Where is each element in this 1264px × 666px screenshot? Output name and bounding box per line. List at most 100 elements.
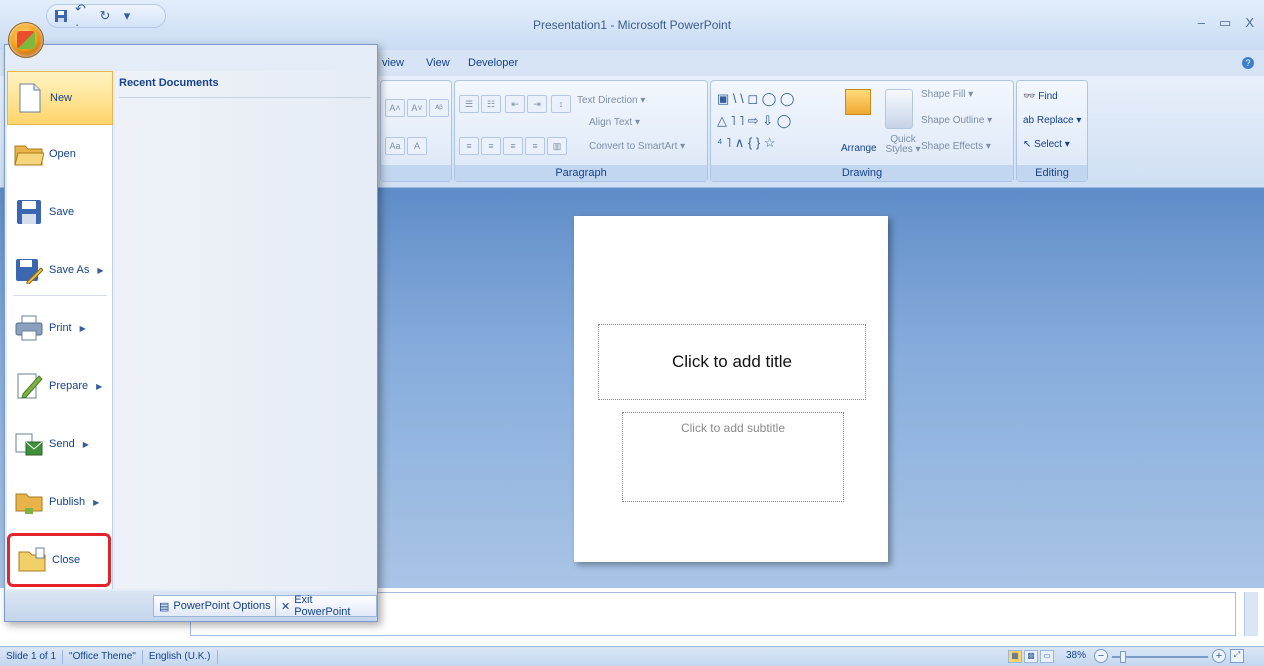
office-logo-icon — [17, 31, 35, 49]
select-button[interactable]: ↖ Select ▾ — [1023, 139, 1070, 150]
powerpoint-options-label: PowerPoint Options — [173, 600, 271, 612]
office-menu-footer: ▤ PowerPoint Options ✕ Exit PowerPoint — [5, 591, 377, 621]
recent-documents-title: Recent Documents — [119, 77, 219, 89]
arrange-button[interactable]: Arrange — [841, 143, 877, 154]
exit-powerpoint-label: Exit PowerPoint — [294, 594, 351, 618]
shrink-font-button[interactable]: A˅ — [407, 99, 427, 117]
restore-icon[interactable]: ▭ — [1219, 15, 1231, 31]
tab-review[interactable]: view — [382, 57, 404, 69]
cursor-icon: ↖ — [1023, 139, 1032, 150]
shape-outline-button[interactable]: Shape Outline ▾ — [921, 115, 992, 126]
help-icon[interactable]: ? — [1242, 57, 1254, 69]
save-icon — [13, 196, 45, 228]
menu-item-prepare[interactable]: Prepare ▶ — [7, 359, 113, 413]
zoom-slider-thumb[interactable] — [1120, 651, 1126, 663]
shapes-row-1[interactable]: ▣ \ \ ◻ ◯ ◯ — [717, 91, 794, 107]
zoom-out-icon[interactable]: − — [1094, 649, 1108, 663]
font-color-button[interactable]: A — [407, 137, 427, 155]
align-text-button[interactable]: Align Text ▾ — [589, 117, 640, 128]
office-menu: New Open Save Save As ▶ Print ▶ Prepare … — [4, 44, 378, 622]
bullets-button[interactable]: ☰ — [459, 95, 479, 113]
submenu-arrow-icon: ▶ — [93, 497, 100, 507]
menu-item-label: Close — [52, 554, 81, 566]
quick-styles-button[interactable]: Quick Styles ▾ — [883, 135, 923, 155]
office-menu-commands: New Open Save Save As ▶ Print ▶ Prepare … — [7, 71, 113, 589]
title-bar: ↶ · ↻ ▾ Presentation1 - Microsoft PowerP… — [0, 0, 1264, 50]
increase-indent-button[interactable]: ⇥ — [527, 95, 547, 113]
replace-button[interactable]: ab Replace ▾ — [1023, 115, 1081, 126]
subtitle-placeholder[interactable]: Click to add subtitle — [622, 412, 844, 502]
shape-fill-button[interactable]: Shape Fill ▾ — [921, 89, 973, 100]
zoom-level[interactable]: 38% — [1066, 650, 1086, 661]
window-title: Presentation1 - Microsoft PowerPoint — [532, 18, 732, 32]
zoom-in-icon[interactable]: + — [1212, 649, 1226, 663]
justify-button[interactable]: ≡ — [525, 137, 545, 155]
menu-item-open[interactable]: Open — [7, 127, 113, 181]
paragraph-group-label: Paragraph — [455, 165, 707, 181]
replace-icon: ab — [1023, 115, 1035, 126]
menu-item-send[interactable]: Send ▶ — [7, 417, 113, 471]
language[interactable]: English (U.K.) — [143, 649, 218, 664]
drawing-group: ▣ \ \ ◻ ◯ ◯ △ ˥ ˥ ⇨ ⇩ ◯ ⁴ ˥ ∧ { } ☆ Arra… — [710, 80, 1014, 182]
clear-format-button[interactable]: ᴬᵝ — [429, 99, 449, 117]
office-button[interactable] — [8, 22, 44, 58]
slide-canvas[interactable]: Click to add title Click to add subtitle — [574, 216, 888, 562]
slide-sorter-icon[interactable]: ▩ — [1024, 650, 1038, 663]
shape-effects-button[interactable]: Shape Effects ▾ — [921, 141, 991, 152]
title-placeholder[interactable]: Click to add title — [598, 324, 866, 400]
printer-icon — [13, 312, 45, 344]
submenu-arrow-icon: ▶ — [82, 439, 89, 449]
close-window-icon[interactable]: X — [1245, 15, 1254, 31]
find-label: Find — [1038, 91, 1058, 102]
normal-view-icon[interactable]: ▦ — [1008, 650, 1022, 663]
new-document-icon — [14, 82, 46, 114]
open-folder-icon — [13, 138, 45, 170]
paragraph-group: ☰ ☷ ⇤ ⇥ ↕ Text Direction ▾ Align Text ▾ … — [454, 80, 708, 182]
editing-group: 👓 Find ab Replace ▾ ↖ Select ▾ Editing — [1016, 80, 1088, 182]
tab-view[interactable]: View — [426, 57, 450, 69]
columns-button[interactable]: ▥ — [547, 137, 567, 155]
quick-styles-icon — [885, 89, 913, 129]
drawing-group-label: Drawing — [711, 165, 1013, 181]
find-button[interactable]: 👓 Find — [1023, 91, 1058, 102]
align-right-button[interactable]: ≡ — [503, 137, 523, 155]
grow-font-button[interactable]: A˄ — [385, 99, 405, 117]
editing-group-label: Editing — [1017, 165, 1087, 181]
menu-item-label: Open — [49, 148, 76, 160]
notes-scrollbar[interactable] — [1244, 592, 1258, 636]
center-button[interactable]: ≡ — [481, 137, 501, 155]
menu-separator — [13, 295, 107, 296]
menu-item-save[interactable]: Save — [7, 185, 113, 239]
menu-item-close[interactable]: Close — [7, 533, 111, 587]
theme-name: "Office Theme" — [63, 649, 143, 664]
prepare-icon — [13, 370, 45, 402]
numbering-button[interactable]: ☷ — [481, 95, 501, 113]
decrease-indent-button[interactable]: ⇤ — [505, 95, 525, 113]
menu-item-publish[interactable]: Publish ▶ — [7, 475, 113, 529]
slideshow-icon[interactable]: ▭ — [1040, 650, 1054, 663]
convert-smartart-button[interactable]: Convert to SmartArt ▾ — [589, 141, 685, 152]
align-left-button[interactable]: ≡ — [459, 137, 479, 155]
menu-item-print[interactable]: Print ▶ — [7, 301, 113, 355]
change-case-button[interactable]: Aa — [385, 137, 405, 155]
shapes-row-2[interactable]: △ ˥ ˥ ⇨ ⇩ ◯ — [717, 113, 791, 129]
menu-item-label: Print — [49, 322, 72, 334]
menu-item-save-as[interactable]: Save As ▶ — [7, 243, 113, 297]
menu-item-new[interactable]: New — [7, 71, 113, 125]
minimize-icon[interactable]: – — [1198, 15, 1205, 31]
exit-powerpoint-button[interactable]: ✕ Exit PowerPoint — [275, 594, 377, 618]
recent-documents-panel: Recent Documents — [115, 71, 377, 589]
send-icon — [13, 428, 45, 460]
shapes-row-3[interactable]: ⁴ ˥ ∧ { } ☆ — [717, 135, 775, 151]
zoom-slider[interactable] — [1112, 656, 1208, 658]
binoculars-icon: 👓 — [1023, 91, 1036, 102]
line-spacing-button[interactable]: ↕ — [551, 95, 571, 113]
powerpoint-options-button[interactable]: ▤ PowerPoint Options — [153, 595, 277, 617]
tab-developer[interactable]: Developer — [468, 57, 518, 69]
text-direction-button[interactable]: Text Direction ▾ — [577, 95, 645, 106]
menu-item-label: Save — [49, 206, 75, 218]
fit-to-window-icon[interactable]: ⤢ — [1230, 649, 1244, 663]
options-icon: ▤ — [159, 600, 170, 613]
submenu-arrow-icon: ▶ — [79, 323, 86, 333]
font-group: A˄ A˅ ᴬᵝ Aa A — [380, 80, 452, 182]
